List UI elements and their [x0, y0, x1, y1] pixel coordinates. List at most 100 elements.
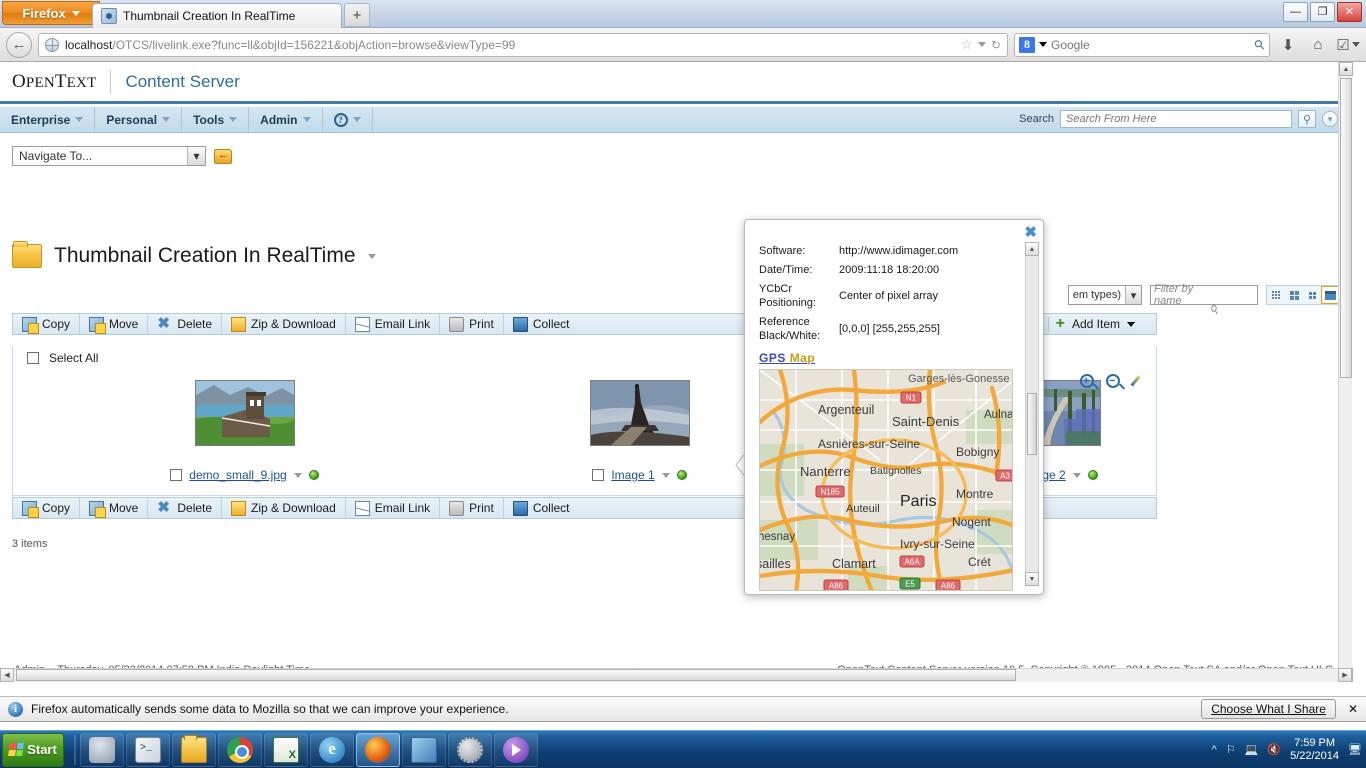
reload-icon[interactable]: ↻ — [991, 38, 1001, 52]
window-minimize-button[interactable]: — — [1283, 2, 1308, 22]
scroll-left-arrow-icon[interactable]: ◀ — [0, 668, 14, 682]
taskbar-item-media-player[interactable] — [494, 732, 538, 767]
show-hidden-icons-icon[interactable]: ^ — [1212, 744, 1217, 756]
horizontal-scroll-thumb[interactable] — [16, 669, 1016, 681]
print-button[interactable]: Print — [440, 314, 504, 334]
chevron-down-icon[interactable]: ▾ — [187, 147, 205, 165]
browser-tab[interactable]: Thumbnail Creation In RealTime — [92, 3, 342, 28]
back-button[interactable]: ← — [6, 31, 32, 58]
gps-map-image[interactable]: Garges-lès-Gonesse Argenteuil Saint-Deni… — [759, 369, 1013, 591]
search-icon[interactable]: ⚲ — [1207, 273, 1252, 317]
thumbnail-image[interactable] — [194, 380, 295, 446]
notification-close-icon[interactable]: ✕ — [1348, 702, 1358, 716]
downloads-icon[interactable]: ⬇ — [1276, 33, 1300, 57]
view-mode-gallery-button[interactable] — [1321, 286, 1339, 304]
move-button[interactable]: Move — [80, 314, 149, 334]
view-mode-list-button[interactable] — [1267, 286, 1285, 304]
bookmark-star-icon[interactable]: ☆ — [960, 36, 973, 53]
item-checkbox[interactable] — [592, 469, 605, 481]
status-indicator-icon[interactable] — [676, 470, 687, 480]
chevron-down-icon[interactable] — [977, 42, 986, 47]
taskbar-item-powershell[interactable] — [126, 732, 170, 767]
email-link-button[interactable]: Email Link — [346, 314, 441, 334]
navigate-to-select[interactable]: Navigate To... ▾ — [12, 146, 206, 166]
view-mode-small-thumbs-button[interactable] — [1303, 286, 1321, 304]
nav-item-help[interactable]: ? — [323, 106, 373, 133]
window-close-button[interactable]: ✕ — [1337, 2, 1362, 22]
popup-scroll-down-icon[interactable]: ▼ — [1025, 572, 1039, 586]
taskbar-item-chrome[interactable] — [218, 732, 262, 767]
delete-button[interactable]: ✖ Delete — [148, 314, 223, 334]
page-vertical-scrollbar[interactable]: ▲ ▼ — [1338, 62, 1353, 682]
popup-scrollbar[interactable]: ▲ ▼ — [1025, 242, 1039, 586]
print-button[interactable]: Print — [440, 498, 504, 518]
bookmarks-menu-icon[interactable]: ☑ — [1336, 33, 1360, 57]
volume-muted-icon[interactable]: 🔇 — [1267, 743, 1281, 756]
address-bar[interactable]: localhost/OTCS/livelink.exe?func=ll&objI… — [38, 32, 1008, 57]
status-indicator-icon[interactable] — [1087, 470, 1098, 480]
copy-button[interactable]: Copy — [13, 498, 81, 518]
taskbar-item-firefox[interactable] — [356, 732, 400, 767]
popup-scroll-up-icon[interactable]: ▲ — [1025, 242, 1039, 256]
collect-button[interactable]: Collect — [504, 314, 579, 334]
thumbnail-image[interactable] — [589, 380, 690, 446]
edit-icon[interactable] — [1132, 373, 1148, 389]
chevron-down-icon[interactable]: ▾ — [1125, 286, 1141, 304]
vertical-scroll-thumb[interactable] — [1340, 78, 1352, 378]
nav-item-enterprise[interactable]: Enterprise — [0, 106, 96, 133]
scroll-right-arrow-icon[interactable]: ▶ — [1338, 668, 1352, 682]
zip-download-button[interactable]: Zip & Download — [222, 314, 346, 334]
close-icon[interactable]: ✖ — [1024, 225, 1037, 240]
new-tab-button[interactable]: + — [344, 3, 370, 27]
search-icon[interactable]: ⚲ — [1251, 35, 1269, 53]
item-menu-chevron-icon[interactable] — [293, 472, 302, 478]
email-link-button[interactable]: Email Link — [346, 498, 441, 518]
grid-item[interactable]: Image 1 — [534, 369, 745, 496]
window-maximize-button[interactable]: ❐ — [1310, 2, 1335, 22]
zip-download-button[interactable]: Zip & Download — [222, 498, 346, 518]
add-item-label[interactable]: Add Item — [1072, 317, 1120, 331]
zoom-out-icon[interactable]: − — [1106, 374, 1120, 388]
search-input[interactable] — [1064, 112, 1288, 126]
page-horizontal-scrollbar[interactable]: ◀ ▶ — [0, 668, 1352, 682]
choose-what-i-share-button[interactable]: Choose What I Share — [1201, 699, 1336, 719]
item-name-link[interactable]: demo_small_9.jpg — [189, 468, 286, 482]
show-desktop-icon[interactable]: 🖥 — [1348, 743, 1362, 756]
taskbar-item-settings[interactable] — [448, 732, 492, 767]
item-menu-chevron-icon[interactable] — [1072, 472, 1081, 478]
move-button[interactable]: Move — [80, 498, 149, 518]
item-type-select[interactable]: em types) ▾ — [1067, 285, 1142, 305]
taskbar-clock[interactable]: 7:59 PM 5/22/2014 — [1290, 737, 1339, 763]
folder-menu-chevron-icon[interactable] — [367, 253, 376, 259]
action-center-flag-icon[interactable]: ⚐ — [1226, 743, 1236, 756]
start-button[interactable]: Start — [2, 732, 64, 767]
item-menu-chevron-icon[interactable] — [661, 472, 670, 478]
home-icon[interactable]: ⌂ — [1306, 33, 1330, 57]
gps-map-link[interactable]: GPS Map — [759, 351, 815, 365]
search-input-wrapper[interactable] — [1060, 110, 1292, 128]
item-name-link[interactable]: Image 1 — [611, 468, 654, 482]
taskbar-item-cube[interactable] — [402, 732, 446, 767]
taskbar-item-media[interactable] — [80, 732, 124, 767]
taskbar-item-excel[interactable] — [264, 732, 308, 767]
select-all-checkbox[interactable] — [27, 351, 39, 364]
popup-scroll-thumb[interactable] — [1027, 393, 1037, 455]
chevron-down-icon[interactable] — [1127, 321, 1135, 327]
item-checkbox[interactable] — [170, 469, 183, 481]
search-submit-button[interactable]: ⚲ — [1298, 110, 1316, 128]
filter-by-name-input[interactable]: Filter by name ⚲ — [1150, 283, 1258, 317]
grid-item[interactable]: demo_small_9.jpg — [139, 369, 350, 496]
go-up-folder-icon[interactable] — [214, 148, 232, 164]
taskbar-item-explorer[interactable] — [172, 732, 216, 767]
nav-item-admin[interactable]: Admin — [249, 106, 323, 133]
scroll-up-arrow-icon[interactable]: ▲ — [1339, 62, 1353, 76]
copy-button[interactable]: Copy — [13, 314, 81, 334]
browser-search-bar[interactable]: 8 Google ⚲ — [1014, 32, 1270, 57]
nav-item-personal[interactable]: Personal — [95, 106, 183, 133]
chevron-down-icon[interactable] — [1039, 42, 1047, 47]
network-icon[interactable]: 💻 — [1245, 743, 1259, 756]
taskbar-item-internet-explorer[interactable]: e — [310, 732, 354, 767]
search-options-button[interactable]: ▾ — [1322, 111, 1338, 127]
collect-button[interactable]: Collect — [504, 498, 579, 518]
view-mode-large-thumbs-button[interactable] — [1285, 286, 1303, 304]
